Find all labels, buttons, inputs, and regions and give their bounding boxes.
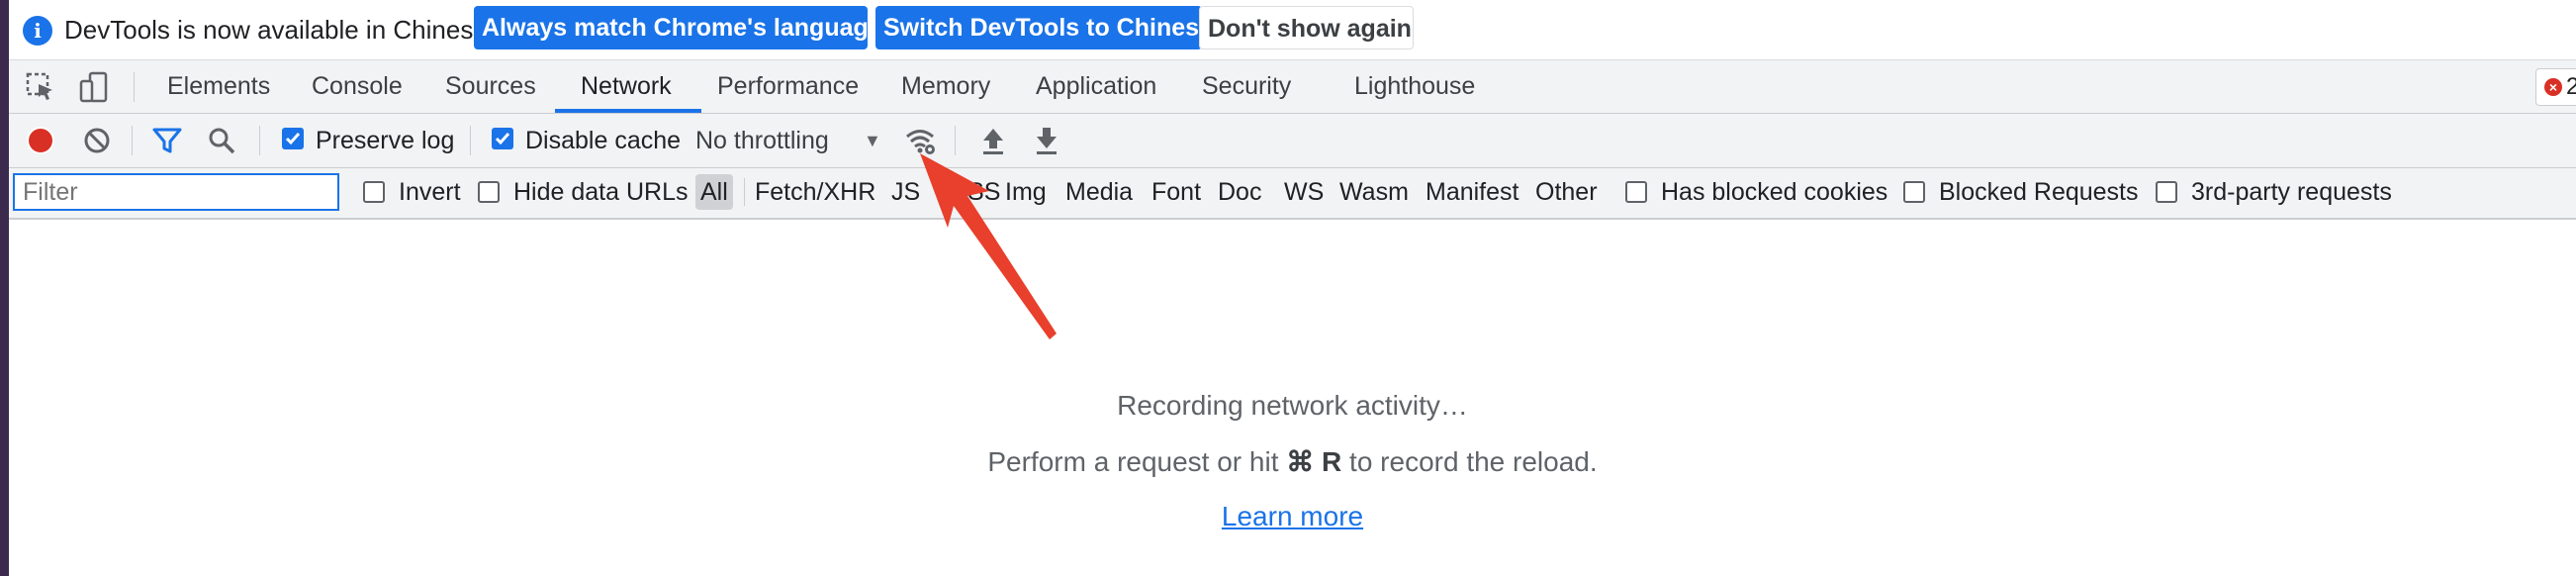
tab-performance[interactable]: Performance	[717, 60, 859, 113]
clear-icon[interactable]	[82, 126, 112, 155]
record-button[interactable]	[27, 127, 54, 154]
invert-label: Invert	[399, 178, 461, 206]
filter-bar: Invert Hide data URLs All Fetch/XHR JS C…	[9, 168, 2576, 220]
toolbar-divider	[134, 72, 135, 102]
filter-type-wasm[interactable]: Wasm	[1339, 174, 1409, 210]
tab-memory[interactable]: Memory	[901, 60, 990, 113]
tab-lighthouse[interactable]: Lighthouse	[1354, 60, 1475, 113]
language-infobar: i DevTools is now available in Chinese! …	[9, 0, 2576, 60]
reload-hint-prefix: Perform a request or hit	[987, 446, 1287, 477]
filter-type-css[interactable]: CSS	[950, 174, 1000, 210]
recording-status: Recording network activity…	[1117, 390, 1468, 421]
switch-to-chinese-button[interactable]: Switch DevTools to Chinese	[875, 6, 1213, 49]
third-party-requests-label: 3rd-party requests	[2191, 178, 2392, 206]
invert-checkbox[interactable]	[363, 181, 385, 203]
tab-sources[interactable]: Sources	[445, 60, 536, 113]
import-har-icon[interactable]	[978, 124, 1008, 157]
devtools-tabbar: Elements Console Sources Network Perform…	[9, 60, 2576, 114]
tab-console[interactable]: Console	[312, 60, 403, 113]
background-window-edge	[0, 0, 9, 576]
filter-type-fetch-xhr[interactable]: Fetch/XHR	[755, 174, 875, 210]
filter-type-other[interactable]: Other	[1535, 174, 1598, 210]
active-tab-indicator	[555, 109, 701, 113]
infobar-message: DevTools is now available in Chinese!	[64, 15, 496, 45]
hide-data-urls-checkbox[interactable]	[478, 181, 500, 203]
search-icon[interactable]	[207, 126, 236, 155]
filter-type-font[interactable]: Font	[1151, 174, 1201, 210]
has-blocked-cookies-checkbox[interactable]	[1625, 181, 1647, 203]
info-icon: i	[23, 16, 52, 46]
tab-application[interactable]: Application	[1036, 60, 1156, 113]
has-blocked-cookies-label: Has blocked cookies	[1661, 178, 1888, 206]
checkmark-icon	[285, 133, 301, 145]
error-counter-button[interactable]: × 2	[2535, 68, 2576, 106]
export-har-icon[interactable]	[1032, 124, 1061, 157]
toolbar-divider	[955, 126, 956, 155]
throttling-select[interactable]: No throttling	[695, 124, 829, 157]
network-log-panel: Recording network activity… Perform a re…	[9, 220, 2576, 576]
filter-type-ws[interactable]: WS	[1284, 174, 1324, 210]
hide-data-urls-label: Hide data URLs	[513, 178, 689, 206]
filter-type-manifest[interactable]: Manifest	[1426, 174, 1518, 210]
blocked-requests-checkbox[interactable]	[1903, 181, 1925, 203]
tab-elements[interactable]: Elements	[167, 60, 270, 113]
dont-show-again-button[interactable]: Don't show again	[1199, 6, 1414, 49]
error-icon: ×	[2544, 78, 2562, 96]
filter-type-js[interactable]: JS	[891, 174, 920, 210]
tab-network[interactable]: Network	[581, 60, 672, 113]
network-toolbar: Preserve log Disable cache No throttling…	[9, 114, 2576, 168]
learn-more-link[interactable]: Learn more	[9, 501, 2576, 532]
reload-hint-suffix: to record the reload.	[1341, 446, 1598, 477]
reload-hint: Perform a request or hit ⌘ R to record t…	[9, 445, 2576, 478]
inspect-element-icon[interactable]	[25, 71, 56, 103]
checkmark-icon	[495, 133, 510, 145]
reload-shortcut: ⌘ R	[1286, 446, 1342, 477]
device-toolbar-icon[interactable]	[78, 71, 110, 103]
chevron-down-icon: ▼	[864, 131, 881, 150]
disable-cache-checkbox[interactable]	[492, 128, 513, 149]
filter-icon[interactable]	[151, 126, 183, 155]
third-party-requests-checkbox[interactable]	[2156, 181, 2177, 203]
filter-input[interactable]	[13, 173, 339, 211]
record-icon	[29, 129, 52, 152]
network-conditions-icon[interactable]	[903, 124, 937, 157]
toolbar-divider	[132, 126, 133, 155]
filter-type-media[interactable]: Media	[1065, 174, 1133, 210]
blocked-requests-label: Blocked Requests	[1939, 178, 2139, 206]
toolbar-divider	[470, 126, 471, 155]
filter-divider	[744, 178, 745, 206]
preserve-log-label: Preserve log	[316, 127, 455, 154]
disable-cache-label: Disable cache	[525, 127, 682, 154]
toolbar-divider	[259, 126, 260, 155]
preserve-log-checkbox[interactable]	[282, 128, 304, 149]
filter-type-doc[interactable]: Doc	[1218, 174, 1261, 210]
filter-type-img[interactable]: Img	[1005, 174, 1047, 210]
always-match-language-button[interactable]: Always match Chrome's language	[474, 6, 882, 49]
tab-security[interactable]: Security	[1202, 60, 1291, 113]
error-count: 2	[2566, 73, 2576, 100]
filter-type-all[interactable]: All	[695, 174, 733, 210]
